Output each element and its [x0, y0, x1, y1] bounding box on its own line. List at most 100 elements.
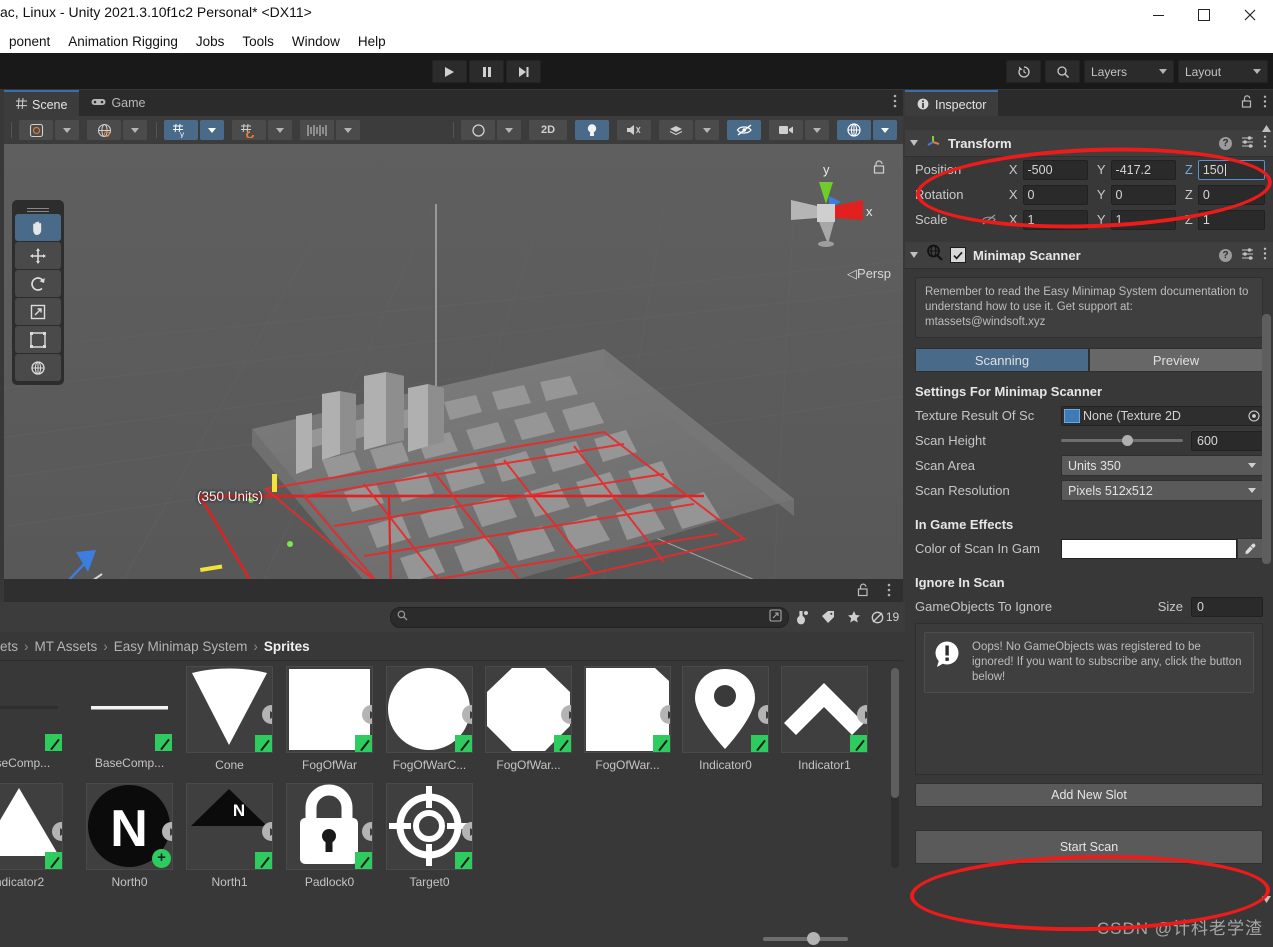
- hidden-objects-toggle[interactable]: [727, 120, 761, 140]
- rotation-x-input[interactable]: 0: [1023, 185, 1088, 205]
- asset-item[interactable]: Indicator0: [676, 666, 775, 772]
- asset-zoom-knob[interactable]: [807, 932, 820, 945]
- breadcrumb-item-assets[interactable]: ets: [0, 639, 18, 654]
- move-tool[interactable]: [15, 242, 61, 269]
- rect-tool[interactable]: [15, 326, 61, 353]
- preset-icon[interactable]: [1241, 247, 1254, 263]
- menu-help[interactable]: Help: [349, 34, 395, 49]
- grid-snapping-dropdown[interactable]: [268, 120, 292, 140]
- shading-mode-toggle[interactable]: [461, 120, 495, 140]
- scale-z-input[interactable]: 1: [1198, 210, 1265, 230]
- menu-window[interactable]: Window: [283, 34, 349, 49]
- grid-snapping-toggle[interactable]: [232, 120, 266, 140]
- close-button[interactable]: [1227, 0, 1273, 30]
- scale-tool[interactable]: [15, 298, 61, 325]
- scale-x-input[interactable]: 1: [1023, 210, 1088, 230]
- scene-footer-menu-icon[interactable]: [887, 583, 891, 602]
- fx-toggle[interactable]: [659, 120, 693, 140]
- lock-icon[interactable]: [1241, 95, 1253, 111]
- menu-component[interactable]: ponent: [0, 34, 59, 49]
- fx-dropdown[interactable]: [695, 120, 719, 140]
- foldout-arrow-icon[interactable]: [910, 140, 918, 146]
- asset-item[interactable]: N North1: [180, 783, 279, 889]
- breadcrumb-item-easy-minimap-system[interactable]: Easy Minimap System: [114, 639, 248, 654]
- pivot-dropdown[interactable]: [55, 120, 79, 140]
- rotate-tool[interactable]: [15, 270, 61, 297]
- gizmos-toggle[interactable]: [837, 120, 871, 140]
- pause-button[interactable]: [469, 60, 504, 83]
- breadcrumb-item-sprites[interactable]: Sprites: [264, 639, 310, 654]
- shading-dropdown[interactable]: [497, 120, 521, 140]
- size-input[interactable]: 0: [1191, 597, 1263, 617]
- 2d-toggle[interactable]: 2D: [529, 120, 567, 140]
- eyedropper-icon[interactable]: [1237, 538, 1263, 559]
- constrain-proportions-icon[interactable]: [978, 213, 1000, 226]
- project-scrollbar[interactable]: [891, 668, 899, 868]
- asset-item[interactable]: Padlock0: [280, 783, 379, 889]
- snap-increment-dropdown[interactable]: [336, 120, 360, 140]
- search-icon[interactable]: [1045, 60, 1080, 83]
- inspector-scrollbar[interactable]: [1262, 124, 1271, 904]
- layers-dropdown[interactable]: Layers: [1084, 60, 1174, 83]
- lighting-toggle[interactable]: [575, 120, 609, 140]
- tab-game[interactable]: Game: [79, 90, 157, 116]
- global-dropdown[interactable]: [123, 120, 147, 140]
- rotation-y-input[interactable]: 0: [1111, 185, 1176, 205]
- scan-height-slider[interactable]: [1061, 439, 1183, 442]
- help-icon[interactable]: ?: [1219, 137, 1232, 150]
- tab-inspector[interactable]: Inspector: [905, 90, 998, 118]
- asset-item[interactable]: ndicator2: [0, 783, 69, 889]
- tab-scene[interactable]: Scene: [4, 90, 79, 118]
- scan-height-input[interactable]: 600: [1191, 431, 1263, 451]
- texture-result-objectfield[interactable]: None (Texture 2D: [1061, 406, 1263, 426]
- label-filter-icon[interactable]: [815, 606, 841, 628]
- hidden-assets-count[interactable]: 19: [867, 606, 903, 628]
- asset-item[interactable]: FogOfWar...: [479, 666, 578, 772]
- type-filter-icon[interactable]: [789, 606, 815, 628]
- layout-dropdown[interactable]: Layout: [1178, 60, 1268, 83]
- scroll-up-arrow-icon[interactable]: [1262, 124, 1271, 133]
- asset-item[interactable]: Indicator1: [775, 666, 874, 772]
- save-search-icon[interactable]: [769, 609, 782, 625]
- maximize-button[interactable]: [1181, 0, 1227, 30]
- minimap-scanner-component-header[interactable]: Minimap Scanner ?: [905, 242, 1273, 269]
- menu-jobs[interactable]: Jobs: [187, 34, 234, 49]
- asset-item[interactable]: BaseComp...: [80, 666, 179, 770]
- transform-tool[interactable]: [15, 354, 61, 381]
- component-enabled-checkbox[interactable]: [950, 247, 966, 263]
- help-icon[interactable]: ?: [1219, 249, 1232, 262]
- foldout-arrow-icon[interactable]: [910, 252, 918, 258]
- grid-axis-dropdown[interactable]: [200, 120, 224, 140]
- scan-height-slider-knob[interactable]: [1122, 435, 1133, 446]
- add-new-slot-button[interactable]: Add New Slot: [915, 783, 1263, 807]
- object-picker-icon[interactable]: [1245, 407, 1262, 424]
- scan-resolution-dropdown[interactable]: Pixels 512x512: [1061, 480, 1263, 501]
- asset-item[interactable]: FogOfWar...: [578, 666, 677, 772]
- palette-grip[interactable]: [12, 203, 64, 213]
- start-scan-button[interactable]: Start Scan: [915, 830, 1263, 864]
- scene-lock-icon[interactable]: [857, 583, 869, 602]
- play-button[interactable]: [432, 60, 467, 83]
- breadcrumb-item-mt-assets[interactable]: MT Assets: [35, 639, 98, 654]
- gizmos-dropdown[interactable]: [873, 120, 897, 140]
- color-of-scan-swatch[interactable]: [1061, 539, 1237, 559]
- audio-toggle[interactable]: [617, 120, 651, 140]
- inspector-menu-icon[interactable]: [1263, 95, 1267, 111]
- camera-settings-toggle[interactable]: [769, 120, 803, 140]
- snap-increment-icon[interactable]: [300, 120, 334, 140]
- menu-animation-rigging[interactable]: Animation Rigging: [59, 34, 187, 49]
- transform-component-header[interactable]: Transform ?: [905, 130, 1273, 157]
- asset-item[interactable]: N + North0: [80, 783, 179, 889]
- menu-tools[interactable]: Tools: [233, 34, 283, 49]
- position-x-input[interactable]: -500: [1023, 160, 1088, 180]
- grid-axis-toggle[interactable]: y: [164, 120, 198, 140]
- rotation-z-input[interactable]: 0: [1198, 185, 1265, 205]
- scene-panel-menu-icon[interactable]: [893, 94, 897, 111]
- position-y-input[interactable]: -417.2: [1111, 160, 1176, 180]
- step-button[interactable]: [506, 60, 541, 83]
- scene-viewport[interactable]: y x ◁Persp (350 Units) (350 Units): [4, 144, 903, 579]
- asset-zoom-slider[interactable]: [763, 937, 848, 941]
- preset-icon[interactable]: [1241, 135, 1254, 151]
- scroll-down-arrow-icon[interactable]: [1262, 895, 1271, 904]
- hand-tool[interactable]: [15, 214, 61, 241]
